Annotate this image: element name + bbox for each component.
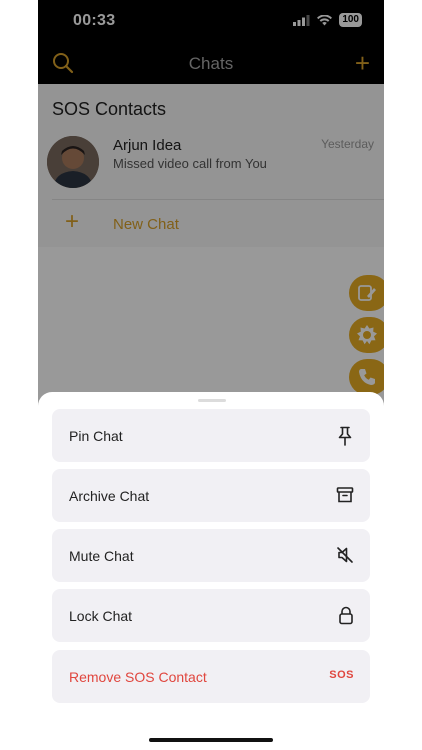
lock-chat-button[interactable]: Lock Chat [52,589,370,642]
lock-icon [339,606,353,625]
archive-chat-button[interactable]: Archive Chat [52,469,370,522]
remove-sos-contact-button[interactable]: Remove SOS Contact SOS [52,650,370,703]
phone-screen: 00:33 100 Chats + SOS Contacts Arjun Ide… [38,0,384,750]
action-label: Pin Chat [69,428,123,444]
action-label: Lock Chat [69,608,133,624]
pin-icon [338,426,352,446]
sos-badge: SOS [329,669,354,681]
action-label: Mute Chat [69,548,134,564]
sheet-handle[interactable] [198,399,226,402]
mute-icon [337,547,353,563]
action-label: Archive Chat [69,488,150,504]
action-sheet: Pin Chat Archive Chat Mute Chat Lock Cha… [38,392,384,750]
pin-chat-button[interactable]: Pin Chat [52,409,370,462]
action-label: Remove SOS Contact [69,669,207,685]
home-indicator[interactable] [149,738,273,742]
mute-chat-button[interactable]: Mute Chat [52,529,370,582]
archive-icon [336,487,354,503]
